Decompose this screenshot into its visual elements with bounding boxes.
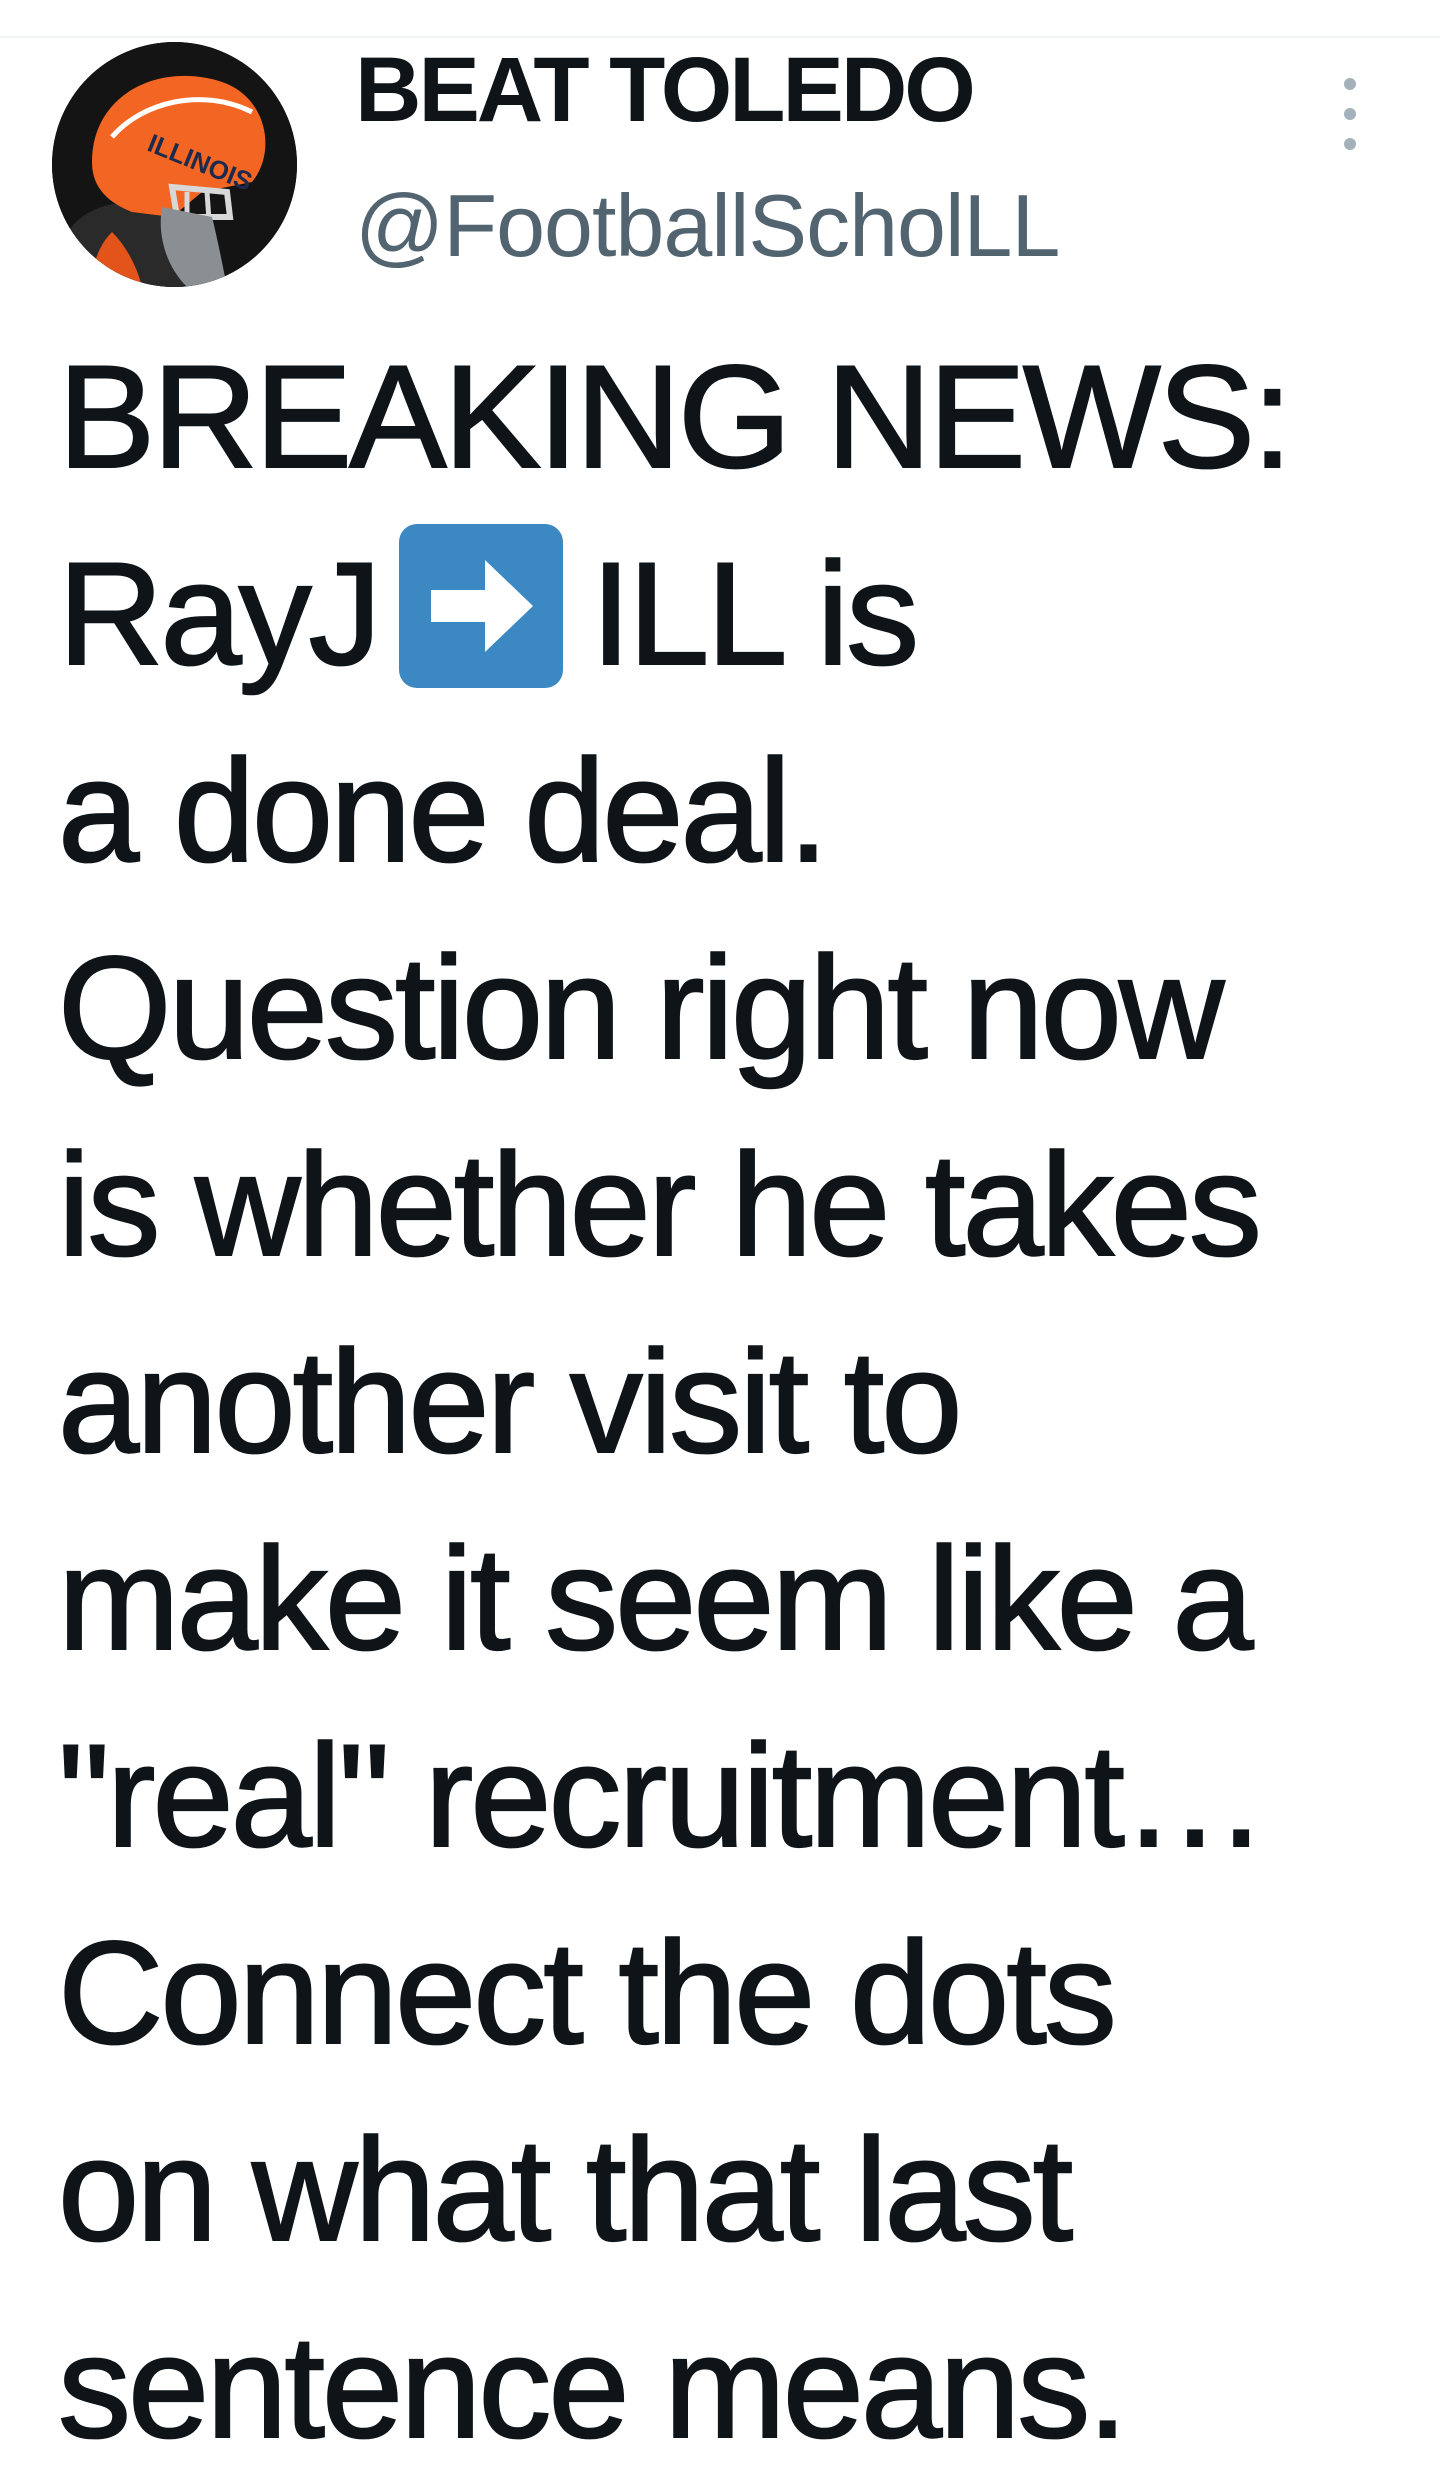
top-divider [0, 36, 1440, 38]
tweet-text-line: Connect the dots [57, 1910, 1118, 2075]
tweet-text-line: a done deal. [57, 728, 830, 893]
tweet-text-line: on what that last [57, 2107, 1074, 2272]
tweet-text-fragment: RayJ [57, 531, 383, 696]
tweet-text-line: another visit to [57, 1319, 964, 1484]
tweet-text-line: "real" recruitment… [57, 1713, 1269, 1878]
more-dot [1344, 78, 1356, 90]
author-handle[interactable]: @FootballScholLL [355, 177, 1060, 275]
tweet-text-line: BREAKING NEWS: [57, 334, 1294, 499]
author-display-name[interactable]: BEAT TOLEDO [355, 39, 976, 141]
tweet-text-line: sentence means. [57, 2304, 1129, 2469]
more-dot [1344, 108, 1356, 120]
tweet-text: BREAKING NEWS: RayJ ILL is a done deal. Q… [57, 318, 1418, 2485]
tweet-text-line: make it seem like a [57, 1516, 1255, 1681]
more-dot [1344, 138, 1356, 150]
tweet-text-line: Question right now [57, 925, 1225, 1090]
tweet-text-fragment: ILL is [590, 531, 921, 696]
tweet-text-line: is whether he takes [57, 1122, 1263, 1287]
tweet-text-line: RayJ ILL is [57, 515, 1418, 712]
football-helmet-avatar-icon: ILLINOIS [52, 42, 297, 287]
avatar[interactable]: ILLINOIS [52, 42, 297, 287]
right-arrow-emoji-icon [398, 524, 563, 688]
more-vertical-icon[interactable] [1326, 78, 1374, 150]
